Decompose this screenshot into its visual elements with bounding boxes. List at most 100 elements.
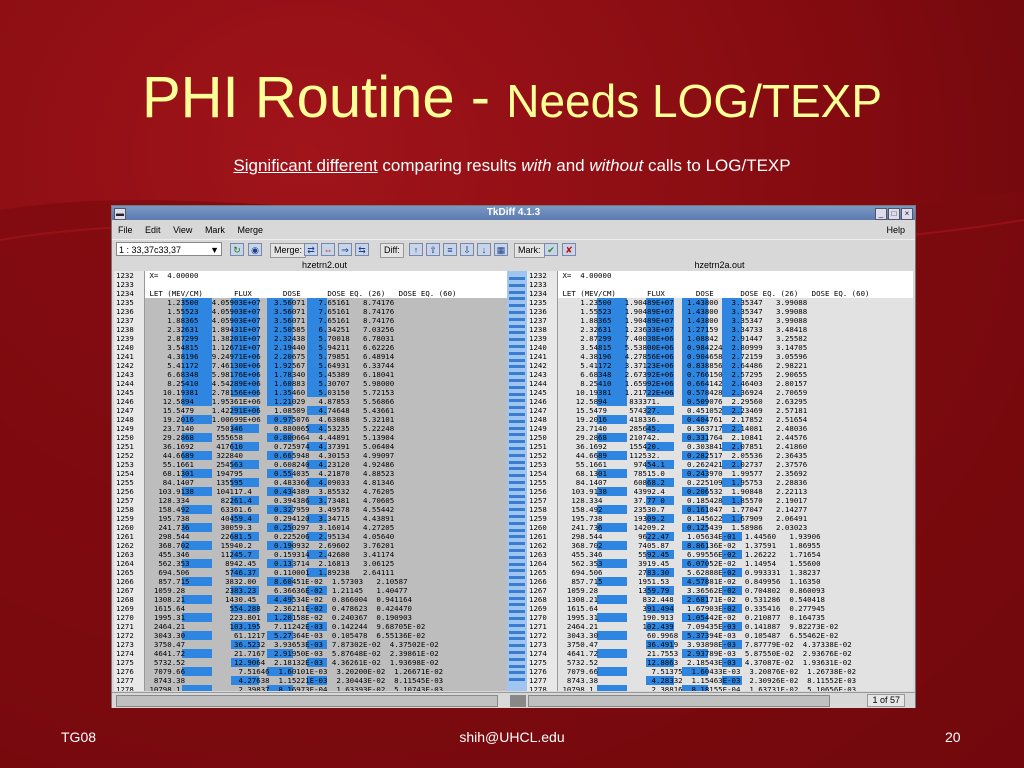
left-diff-pane[interactable]: 1232 1233 1234 1235 1236 1237 1238 1239 1240 1241… — [114, 271, 507, 691]
menu-help[interactable]: Help — [886, 221, 905, 239]
diff-map-marker — [509, 596, 525, 600]
line-number: 1232 — [116, 271, 134, 280]
line-number: 1233 — [529, 280, 547, 289]
last-diff-icon[interactable]: ↓ — [477, 243, 491, 256]
line-number: 1260 — [116, 523, 134, 532]
diff-line: 15.5479 574327. 0.451052 2.23469 2.57181 — [558, 406, 913, 415]
diff-line: 1.23500 1.90489E+07 1.43800 3.35347 3.99… — [558, 298, 913, 307]
diff-selector-combo[interactable]: 1 : 33,37c33,37 ▼ — [116, 242, 222, 256]
line-number: 1236 — [116, 307, 134, 316]
prev-diff-icon[interactable]: ⇧ — [426, 243, 440, 256]
diff-line-text: 368.702 15940.2 0.190932 2.69602 3.76201 — [145, 541, 395, 550]
diff-line-text: 5732.52 12.9064 2.18132E-03 4.36261E-02 … — [145, 658, 439, 667]
sync-scroll-icon[interactable] — [510, 695, 526, 707]
diff-line — [558, 280, 913, 289]
diff-map-marker — [509, 617, 525, 620]
diff-line-text: 8.25410 4.54289E+06 1.60883 5.30707 5.98… — [145, 379, 395, 388]
diff-line: 1308.21 1430.45 4.49534E-02 0.866004 0.9… — [145, 595, 507, 604]
line-number: 1266 — [529, 577, 547, 586]
line-number: 1251 — [529, 442, 547, 451]
line-number: 1234 — [116, 289, 134, 298]
line-number: 1238 — [529, 325, 547, 334]
line-number: 1256 — [116, 487, 134, 496]
diff-line-text: 23.7140 750346 0.880065 4.53235 5.22248 — [145, 424, 395, 433]
line-number: 1277 — [116, 676, 134, 685]
diff-line-text: 84.1407 60868.2 0.225109 1.95753 2.28836 — [558, 478, 808, 487]
line-number: 1271 — [529, 622, 547, 631]
diff-line-text: 29.2868 555658 0.800664 4.44891 5.13904 — [145, 433, 395, 442]
find-icon[interactable]: ◉ — [248, 243, 262, 256]
right-hscrollbar[interactable] — [528, 695, 830, 707]
subtitle-mid: comparing results — [377, 156, 522, 175]
diff-line-text: 1059.28 1359.79 3.36562E-02 0.704802 0.8… — [558, 586, 825, 595]
diff-line-text: 2464.21 103.195 7.11242E-03 0.142244 9.6… — [145, 622, 426, 631]
close-icon[interactable]: × — [901, 208, 913, 220]
diff-line: 2.32631 1.89431E+07 2.50585 6.34251 7.03… — [145, 325, 507, 334]
diff-map-scrollbar[interactable] — [507, 271, 527, 691]
menu-view[interactable]: View — [173, 225, 192, 235]
diff-line-text: 455.346 5592.45 6.99556E-02 1.26222 1.71… — [558, 550, 821, 559]
diff-line-text: 103.9138 104117.4 0.434389 3.85532 4.762… — [145, 487, 395, 496]
diff-map-marker — [509, 671, 525, 675]
center-diff-icon[interactable]: ≡ — [443, 243, 457, 256]
diff-map-marker — [509, 610, 525, 614]
line-number: 1265 — [529, 568, 547, 577]
next-diff-icon[interactable]: ⇩ — [460, 243, 474, 256]
rediff-icon[interactable]: ↻ — [230, 243, 244, 256]
diff-line-text: 103.9138 43992.4 0.206532 1.90848 2.2211… — [558, 487, 808, 496]
diff-map-marker — [509, 589, 525, 593]
maximize-icon[interactable]: □ — [888, 208, 900, 220]
line-number: 1262 — [529, 541, 547, 550]
diff-line-text: 12.5894 833371. 0.509076 2.29560 2.63295 — [558, 397, 808, 406]
menu-edit[interactable]: Edit — [145, 225, 161, 235]
diff-line: 1.55523 1.90489E+07 1.43800 3.35347 3.99… — [558, 307, 913, 316]
subtitle-without: without — [589, 156, 644, 175]
line-number: 1245 — [116, 388, 134, 397]
diff-line: 8743.38 4.28332 1.15463E-03 2.30926E-02 … — [558, 676, 913, 685]
line-number: 1247 — [116, 406, 134, 415]
menu-file[interactable]: File — [118, 225, 133, 235]
diff-map-marker — [509, 433, 525, 437]
line-number: 1240 — [529, 343, 547, 352]
diff-line: 4641.72 21.7553 2.93789E-03 5.87550E-02 … — [558, 649, 913, 658]
diff-map-marker — [509, 351, 525, 355]
diff-line-text: 5.41172 3.37123E+06 0.838856 2.64486 2.9… — [558, 361, 808, 370]
menu-merge[interactable]: Merge — [237, 225, 263, 235]
diff-line: 10798.1 2.39837 8.16973E-04 1.63393E-02 … — [145, 685, 507, 691]
menu-mark[interactable]: Mark — [205, 225, 225, 235]
diff-line: 4.38196 4.27856E+06 0.904658 2.72159 3.0… — [558, 352, 913, 361]
left-hscrollbar[interactable] — [116, 695, 498, 707]
line-number: 1251 — [116, 442, 134, 451]
merge-right-icon[interactable]: ⇒ — [338, 243, 352, 256]
line-number: 1245 — [529, 388, 547, 397]
merge-choice-icon[interactable]: ⇔ — [321, 243, 335, 256]
diff-line-text: 4641.72 21.7167 2.91950E-03 5.87648E-02 … — [145, 649, 439, 658]
merge-left-icon[interactable]: ⇄ — [304, 243, 318, 256]
merge-both-icon[interactable]: ⇆ — [355, 243, 369, 256]
line-number: 1242 — [529, 361, 547, 370]
minimize-icon[interactable]: _ — [875, 208, 887, 220]
diff-line-text: 1.55523 1.90489E+07 1.43800 3.35347 3.99… — [558, 307, 808, 316]
diff-line: 562.353 8942.45 0.133714 2.16813 3.06125 — [145, 559, 507, 568]
diff-map-marker — [509, 630, 525, 634]
diff-line: 455.346 5592.45 6.99556E-02 1.26222 1.71… — [558, 550, 913, 559]
diff-line: 158.492 23530.7 0.161047 1.77047 2.14277 — [558, 505, 913, 514]
diff-line-text: 3043.30 60.9968 5.37394E-03 0.105487 6.5… — [558, 631, 839, 640]
diff-line-text: 44.6689 322840 0.665948 4.30153 4.99097 — [145, 451, 395, 460]
mark-check-icon[interactable]: ✔ — [544, 243, 558, 256]
window-title: TkDiff 4.1.3 — [486, 207, 541, 218]
line-number: 1259 — [116, 514, 134, 523]
line-number: 1278 — [116, 685, 134, 691]
diff-map-marker — [509, 603, 525, 607]
diff-line-text: 3750.47 36.5232 3.93653E-03 7.87302E-02 … — [145, 640, 439, 649]
line-number: 1276 — [116, 667, 134, 676]
first-diff-icon[interactable]: ↑ — [409, 243, 423, 256]
diff-line: 128.334 82261.4 0.394386 3.73481 4.70605 — [145, 496, 507, 505]
diff-line-text: 857.715 3832.00 8.60451E-02 1.57303 2.10… — [145, 577, 408, 586]
right-diff-pane[interactable]: 1232 1233 1234 1235 1236 1237 1238 1239 1240 1241… — [527, 271, 913, 691]
diff-line: 368.702 15940.2 0.190932 2.69602 3.76201 — [145, 541, 507, 550]
mark-clear-icon[interactable]: ✘ — [562, 243, 576, 256]
chevron-down-icon[interactable]: ▼ — [210, 243, 219, 257]
grid-icon[interactable]: ▦ — [494, 243, 508, 256]
window-menu-icon[interactable]: ▬ — [114, 208, 126, 220]
